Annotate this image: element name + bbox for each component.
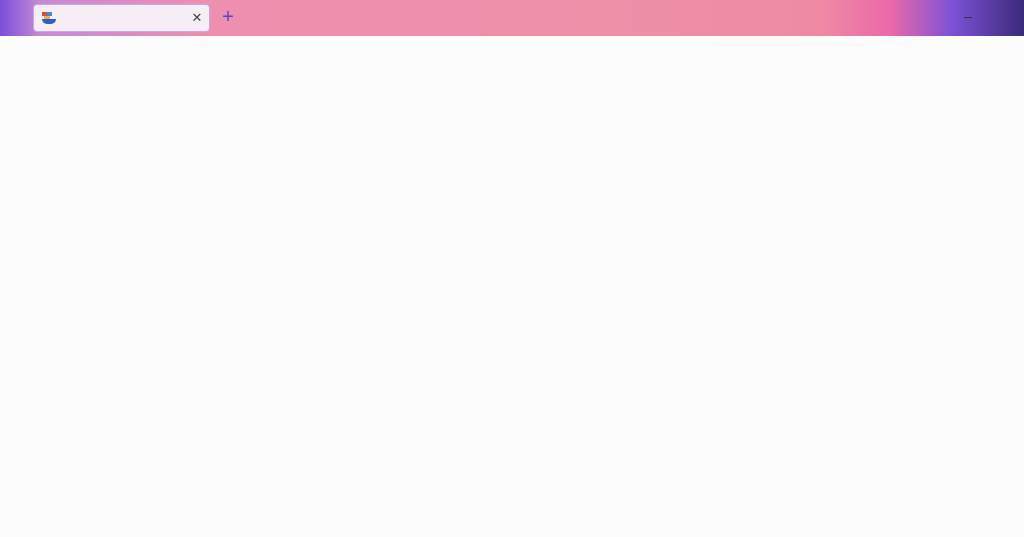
minimize-icon[interactable]: –	[958, 8, 978, 24]
new-tab-icon[interactable]: +	[218, 6, 238, 28]
windocks-favicon-icon	[42, 12, 56, 24]
close-tab-icon[interactable]: ✕	[185, 10, 209, 26]
browser-tab[interactable]: ✕	[33, 4, 210, 32]
browser-titlebar: ✕ + –	[0, 0, 1024, 36]
